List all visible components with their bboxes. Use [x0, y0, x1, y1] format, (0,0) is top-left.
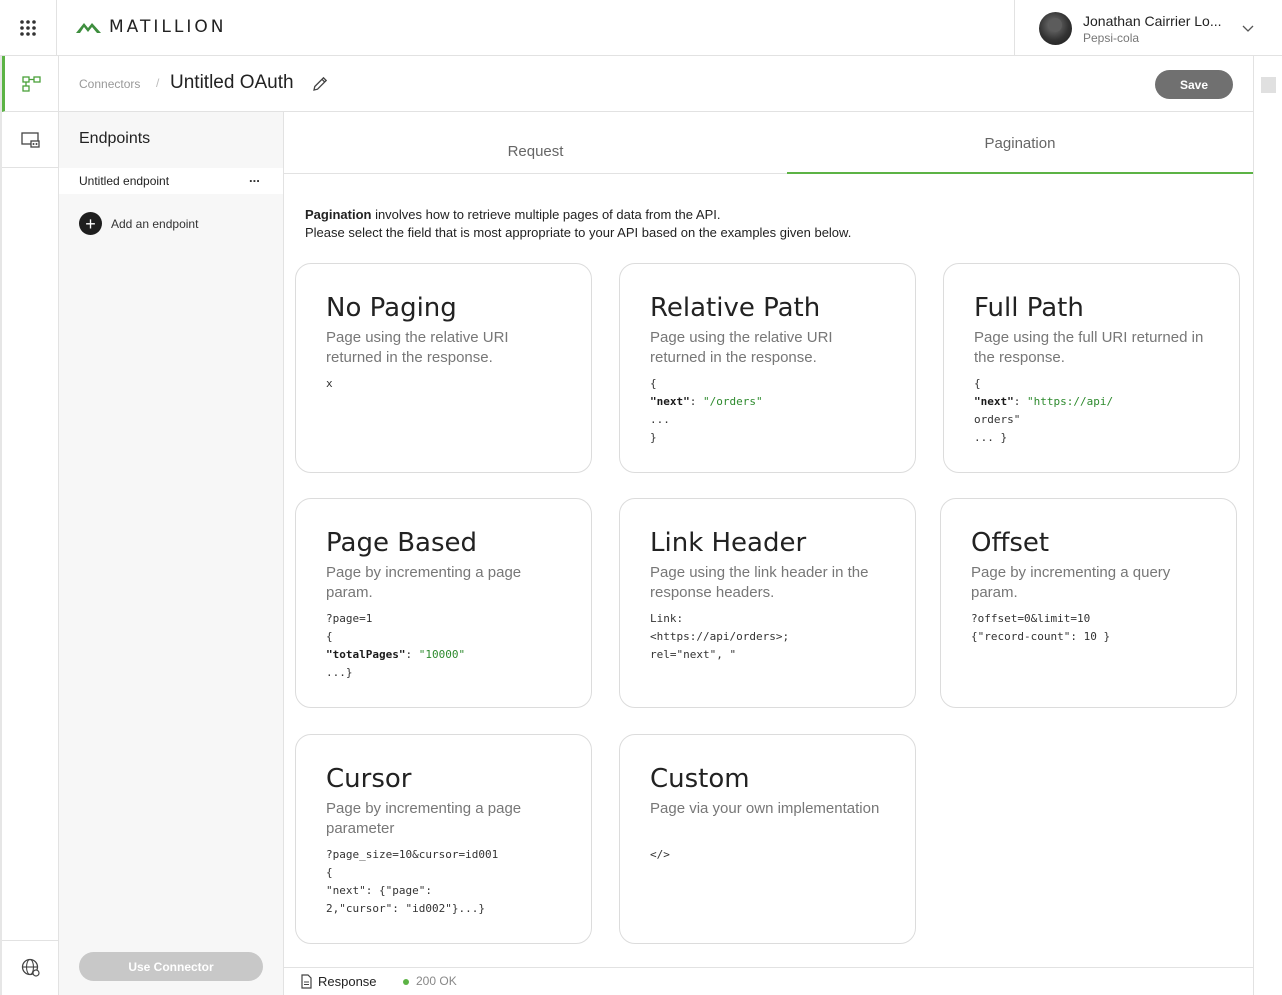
- card-code: ?page=1 { "totalPages": "10000" ...}: [326, 612, 466, 679]
- endpoint-item-label: Untitled endpoint: [79, 174, 170, 188]
- endpoint-item[interactable]: Untitled endpoint ...: [59, 168, 283, 194]
- card-cursor[interactable]: Cursor Page by incrementing a page param…: [295, 734, 592, 944]
- save-button[interactable]: Save: [1155, 70, 1233, 99]
- apps-menu-button[interactable]: [0, 0, 57, 56]
- endpoints-title: Endpoints: [79, 130, 151, 147]
- card-title: Cursor: [326, 764, 412, 794]
- card-code: x: [326, 377, 333, 390]
- card-code: ?offset=0&limit=10 {"record-count": 10 }: [971, 612, 1111, 643]
- globe-icon: [21, 958, 40, 977]
- right-scroll-strip: [1253, 56, 1282, 995]
- card-description: Page using the relative URI returned in …: [326, 329, 509, 366]
- logo-text: MATILLION: [109, 17, 227, 37]
- card-title: Full Path: [974, 293, 1084, 323]
- matillion-logo[interactable]: MATILLION: [76, 17, 226, 37]
- rail-item-globe[interactable]: [2, 940, 59, 995]
- intro-line1: involves how to retrieve multiple pages …: [371, 207, 721, 222]
- user-org: Pepsi-cola: [1083, 31, 1140, 45]
- card-code: ?page_size=10&cursor=id001 { "next": {"p…: [326, 848, 499, 915]
- card-link-header[interactable]: Link Header Page using the link header i…: [619, 498, 916, 708]
- tab-bar: Request Pagination: [284, 112, 1253, 174]
- more-options-icon[interactable]: ...: [249, 170, 260, 185]
- card-code: { "next": "https://api/ orders" ... }: [974, 377, 1114, 444]
- response-label: Response: [318, 974, 377, 989]
- scroll-thumb[interactable]: [1261, 77, 1276, 93]
- card-description: Page by incrementing a query param.: [971, 564, 1171, 601]
- chevron-down-icon[interactable]: [1241, 21, 1255, 35]
- tab-request[interactable]: Request: [284, 112, 787, 174]
- status-text: 200 OK: [416, 974, 457, 988]
- card-description: Page by incrementing a page param.: [326, 564, 522, 601]
- card-relative-path[interactable]: Relative Path Page using the relative UR…: [619, 263, 916, 473]
- tab-pagination[interactable]: Pagination: [787, 112, 1253, 174]
- rail-item-connectors[interactable]: [2, 56, 59, 112]
- avatar: [1039, 12, 1072, 45]
- breadcrumb-separator: /: [156, 76, 160, 90]
- top-bar: MATILLION Jonathan Cairrier Lo... Pepsi-…: [0, 0, 1282, 56]
- tab-request-label: Request: [507, 143, 564, 160]
- status-bar: Response 200 OK: [284, 967, 1253, 995]
- grid-dots-icon: [20, 20, 36, 36]
- rail-item-monitor[interactable]: [2, 112, 59, 168]
- card-offset[interactable]: Offset Page by incrementing a query para…: [940, 498, 1237, 708]
- card-title: Link Header: [650, 528, 807, 558]
- card-description: Page using the link header in the respon…: [650, 564, 869, 601]
- connector-flow-icon: [22, 75, 41, 92]
- card-page-based[interactable]: Page Based Page by incrementing a page p…: [295, 498, 592, 708]
- user-name: Jonathan Cairrier Lo...: [1083, 13, 1222, 29]
- user-menu[interactable]: Jonathan Cairrier Lo... Pepsi-cola: [1014, 0, 1282, 56]
- card-description: Page using the full URI returned in the …: [974, 329, 1204, 366]
- card-code: </>: [650, 848, 670, 861]
- plus-circle-icon: +: [79, 212, 102, 235]
- card-no-paging[interactable]: No Paging Page using the relative URI re…: [295, 263, 592, 473]
- card-description: Page via your own implementation: [650, 800, 880, 817]
- card-full-path[interactable]: Full Path Page using the full URI return…: [943, 263, 1240, 473]
- add-endpoint-button[interactable]: + Add an endpoint: [79, 212, 198, 235]
- pagination-intro: Pagination involves how to retrieve mult…: [305, 206, 851, 242]
- intro-bold: Pagination: [305, 207, 372, 222]
- page-title: Untitled OAuth: [170, 72, 294, 93]
- card-title: Offset: [971, 528, 1050, 558]
- card-title: Custom: [650, 764, 750, 794]
- monitor-icon: [20, 131, 40, 148]
- card-code: Link: <https://api/orders>; rel="next", …: [650, 612, 790, 661]
- response-tab[interactable]: Response: [300, 974, 377, 989]
- matillion-mark-icon: [76, 23, 101, 33]
- add-endpoint-label: Add an endpoint: [111, 216, 199, 231]
- tab-pagination-label: Pagination: [984, 135, 1056, 152]
- card-title: No Paging: [326, 293, 457, 323]
- use-connector-button[interactable]: Use Connector: [79, 952, 263, 981]
- endpoints-panel: Endpoints Untitled endpoint ... + Add an…: [59, 112, 284, 995]
- breadcrumb-connectors[interactable]: Connectors: [79, 77, 140, 91]
- intro-line2: Please select the field that is most app…: [305, 225, 852, 240]
- status-dot: [403, 979, 409, 985]
- card-title: Relative Path: [650, 293, 821, 323]
- page-header: Connectors / Untitled OAuth Save: [59, 56, 1253, 112]
- card-custom[interactable]: Custom Page via your own implementation …: [619, 734, 916, 944]
- card-code: { "next": "/orders" ... }: [650, 377, 763, 444]
- document-icon: [301, 974, 312, 989]
- card-description: Page using the relative URI returned in …: [650, 329, 833, 366]
- pencil-icon[interactable]: [311, 75, 329, 93]
- card-description: Page by incrementing a page parameter: [326, 800, 522, 837]
- card-title: Page Based: [326, 528, 478, 558]
- left-rail: [0, 56, 59, 995]
- main-content: Request Pagination Pagination involves h…: [284, 112, 1253, 967]
